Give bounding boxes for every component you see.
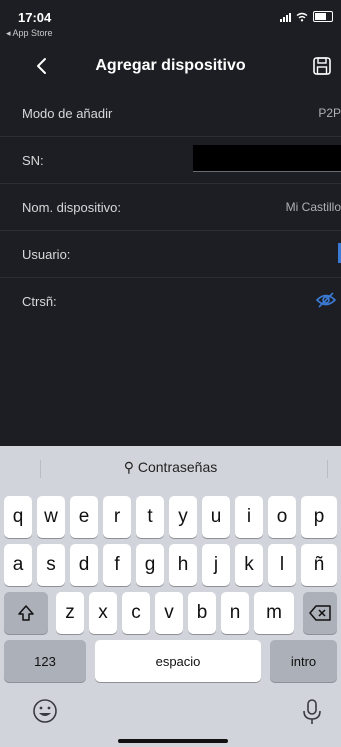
key-y[interactable]: y	[169, 496, 197, 538]
wifi-icon	[296, 12, 308, 21]
nav-bar: Agregar dispositivo	[0, 44, 341, 90]
space-key[interactable]: espacio	[95, 640, 261, 682]
password-row: Ctrsñ:	[0, 278, 341, 324]
key-r[interactable]: r	[103, 496, 131, 538]
system-icons	[280, 11, 333, 22]
battery-icon	[313, 11, 333, 22]
key-n[interactable]: n	[221, 592, 249, 634]
backspace-key[interactable]	[303, 592, 337, 634]
page-title: Agregar dispositivo	[95, 57, 246, 74]
sn-row: SN:	[0, 137, 341, 184]
device-name-row: Nom. dispositivo: Mi Castillo	[0, 184, 341, 231]
device-form: Modo de añadir P2P SN: Nom. dispositivo:…	[0, 90, 341, 324]
key-j[interactable]: j	[202, 544, 230, 586]
key-i[interactable]: i	[235, 496, 263, 538]
shift-icon	[18, 605, 34, 621]
password-label: Ctrsñ:	[22, 294, 57, 309]
device-name-input[interactable]: Mi Castillo	[286, 200, 341, 214]
key-b[interactable]: b	[188, 592, 216, 634]
sn-label: SN:	[22, 153, 44, 168]
key-p[interactable]: p	[301, 496, 337, 538]
key-d[interactable]: d	[70, 544, 98, 586]
key-k[interactable]: k	[235, 544, 263, 586]
key-l[interactable]: l	[268, 544, 296, 586]
key-u[interactable]: u	[202, 496, 230, 538]
on-screen-keyboard: ⚲ Contraseñas q w e r t y u i o p a s d …	[0, 446, 341, 747]
return-key[interactable]: intro	[270, 640, 337, 682]
emoji-icon[interactable]	[32, 698, 58, 724]
device-name-label: Nom. dispositivo:	[22, 200, 121, 215]
key-o[interactable]: o	[268, 496, 296, 538]
numbers-key[interactable]: 123	[4, 640, 86, 682]
key-v[interactable]: v	[155, 592, 183, 634]
key-icon: ⚲	[123, 459, 134, 475]
shift-key[interactable]	[4, 592, 48, 634]
key-c[interactable]: c	[122, 592, 150, 634]
key-e[interactable]: e	[70, 496, 98, 538]
key-f[interactable]: f	[103, 544, 131, 586]
add-mode-row[interactable]: Modo de añadir P2P	[0, 90, 341, 137]
key-s[interactable]: s	[37, 544, 65, 586]
signal-icon	[280, 12, 291, 22]
key-n-tilde[interactable]: ñ	[301, 544, 337, 586]
user-row: Usuario:	[0, 231, 341, 278]
key-h[interactable]: h	[169, 544, 197, 586]
back-to-app-link[interactable]: ◂ App Store	[6, 28, 53, 39]
user-label: Usuario:	[22, 247, 71, 262]
microphone-icon[interactable]	[302, 698, 322, 726]
save-icon[interactable]	[311, 55, 333, 77]
key-z[interactable]: z	[56, 592, 84, 634]
passwords-suggestion[interactable]: ⚲ Contraseñas	[0, 459, 341, 476]
home-indicator[interactable]	[118, 739, 228, 743]
key-x[interactable]: x	[89, 592, 117, 634]
hide-password-eye-icon[interactable]	[315, 290, 337, 310]
key-g[interactable]: g	[136, 544, 164, 586]
status-time: 17:04	[18, 10, 52, 25]
sn-input[interactable]	[193, 145, 341, 172]
backspace-icon	[309, 605, 331, 621]
key-a[interactable]: a	[4, 544, 32, 586]
suggestion-bar: ⚲ Contraseñas	[0, 446, 341, 490]
passwords-suggestion-label: Contraseñas	[137, 459, 218, 475]
status-bar: 17:04 ◂ App Store	[0, 0, 341, 44]
key-m[interactable]: m	[254, 592, 294, 634]
key-w[interactable]: w	[37, 496, 65, 538]
key-q[interactable]: q	[4, 496, 32, 538]
key-t[interactable]: t	[136, 496, 164, 538]
add-mode-value: P2P	[318, 106, 341, 120]
add-mode-label: Modo de añadir	[22, 106, 113, 121]
